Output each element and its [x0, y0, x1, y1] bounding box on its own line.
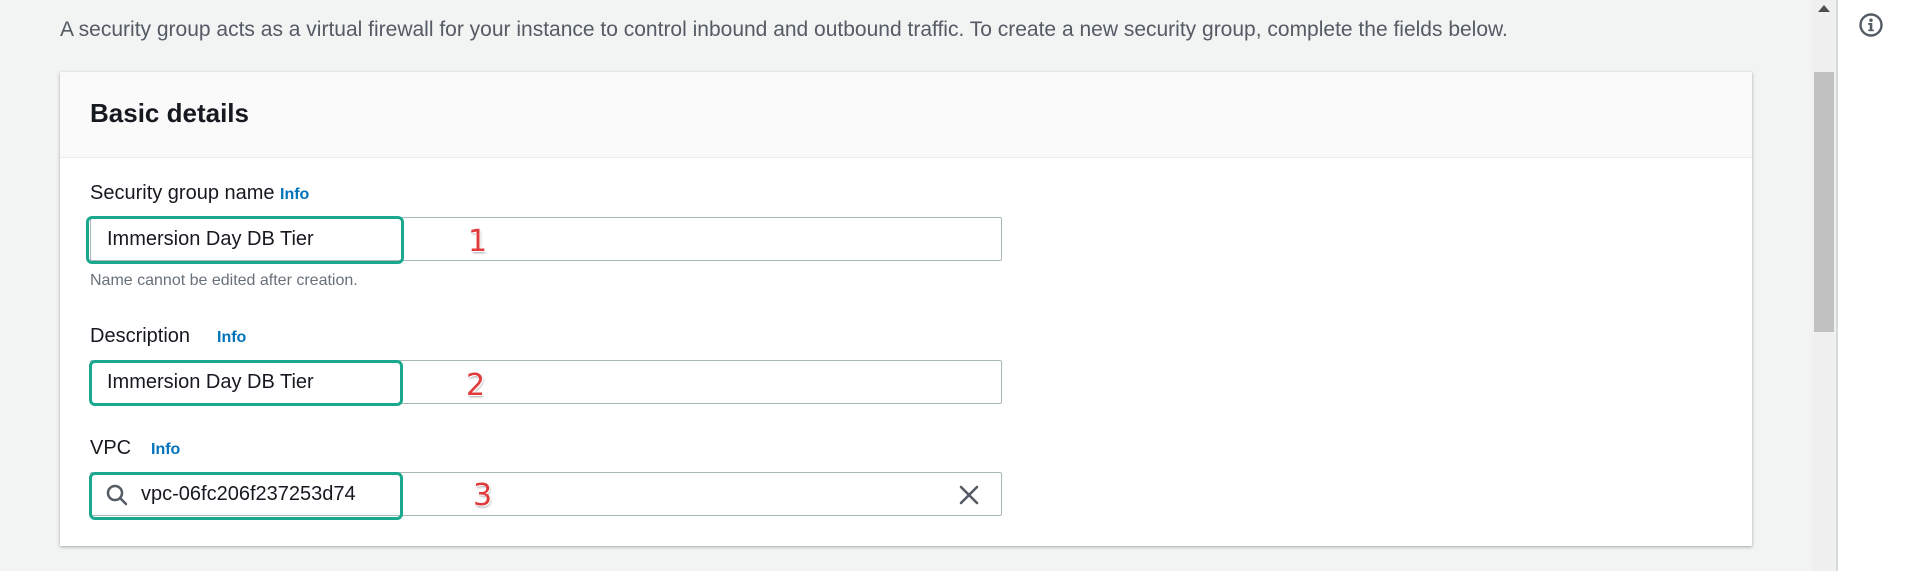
intro-text: A security group acts as a virtual firew…	[60, 18, 1508, 41]
clear-icon[interactable]	[957, 483, 981, 507]
vpc-value: vpc-06fc206f237253d74	[141, 483, 356, 505]
security-group-name-input[interactable]: Immersion Day DB Tier	[90, 217, 1002, 261]
vpc-select-input[interactable]: vpc-06fc206f237253d74	[90, 472, 1002, 516]
panel-header: Basic details	[60, 72, 1752, 158]
info-circle-icon[interactable]	[1858, 12, 1884, 38]
panel-title: Basic details	[90, 98, 249, 128]
step-number-1: 1	[468, 224, 488, 259]
step-number-2: 2	[466, 368, 486, 403]
description-input[interactable]: Immersion Day DB Tier	[90, 360, 1002, 404]
security-group-name-value: Immersion Day DB Tier	[107, 228, 314, 250]
vpc-info-link[interactable]: Info	[151, 441, 180, 459]
scrollbar-thumb[interactable]	[1814, 72, 1834, 332]
help-side-panel	[1838, 0, 1920, 571]
step-number-3: 3	[473, 478, 493, 513]
description-label: Description	[90, 325, 191, 347]
security-group-name-info-link[interactable]: Info	[280, 186, 309, 204]
search-icon	[105, 483, 129, 507]
security-group-name-hint: Name cannot be edited after creation.	[90, 272, 358, 289]
description-value: Immersion Day DB Tier	[107, 371, 314, 393]
vpc-label: VPC	[90, 437, 132, 459]
description-info-link[interactable]: Info	[217, 329, 246, 347]
scroll-up-arrow-icon[interactable]	[1813, 0, 1835, 18]
security-group-name-label: Security group name	[90, 182, 275, 204]
basic-details-panel: Basic details Security group name Info I…	[60, 72, 1752, 546]
